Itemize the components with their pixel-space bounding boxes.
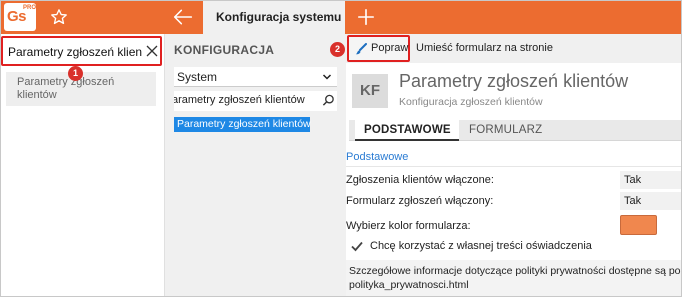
tab-formularz[interactable]: FORMULARZ: [469, 124, 542, 136]
step-badge-1: 1: [68, 66, 83, 81]
search-panel: Parametry zgłoszeń klien Parametry zgłos…: [0, 34, 165, 297]
field-label-form-color: Wybierz kolor formularza:: [346, 220, 471, 232]
tab-podstawowe[interactable]: PODSTAWOWE: [355, 120, 459, 141]
search-result-label: Parametry zgłoszeń klientów: [17, 76, 115, 101]
fix-button[interactable]: Popraw: [347, 35, 410, 62]
module-select[interactable]: System: [174, 67, 337, 87]
section-heading: Podstawowe: [346, 151, 409, 163]
form-color-picker[interactable]: [620, 215, 657, 235]
custom-statement-checkbox-label[interactable]: Chcę korzystać z własnej treści oświadcz…: [370, 240, 592, 252]
step-badge-2: 2: [330, 42, 345, 57]
config-filter-value: arametry zgłoszeń klientów: [174, 94, 305, 106]
tab-konfiguracja-systemu[interactable]: Konfiguracja systemu: [203, 0, 345, 34]
brush-icon: [355, 43, 367, 55]
privacy-info-text: Szczegółowe informacje dotyczące polityk…: [349, 265, 682, 291]
star-icon[interactable]: [50, 8, 68, 26]
form-enabled-value[interactable]: Tak: [620, 192, 682, 210]
close-icon[interactable]: [146, 44, 158, 58]
embed-form-button[interactable]: Umieść formularz na stronie: [416, 42, 553, 54]
divider: [346, 166, 682, 167]
search-input-value: Parametry zgłoszeń klien: [8, 45, 143, 59]
app-logo[interactable]: Gs PRO: [4, 3, 36, 31]
config-panel: KONFIGURACJA System arametry zgłoszeń kl…: [165, 34, 346, 297]
details-panel: Popraw Umieść formularz na stronie KF Pa…: [346, 34, 682, 297]
toolbar: Popraw Umieść formularz na stronie: [346, 34, 682, 63]
logo-pro-label: PRO: [23, 5, 37, 11]
module-select-value: System: [177, 70, 218, 84]
field-value: Tak: [624, 195, 642, 207]
plus-icon[interactable]: [357, 8, 375, 26]
checkmark-icon[interactable]: [351, 240, 363, 252]
field-label-requests-enabled: Zgłoszenia klientów włączone:: [346, 174, 494, 186]
config-list-item-label: Parametry zgłoszeń klientów: [177, 118, 311, 130]
page-avatar: KF: [352, 74, 388, 108]
page-title: Parametry zgłoszeń klientów: [399, 71, 629, 91]
config-filter-input[interactable]: arametry zgłoszeń klientów: [174, 91, 337, 111]
back-arrow-icon[interactable]: [173, 8, 193, 26]
top-bar: Gs PRO Konfiguracja systemu: [0, 0, 682, 34]
tab-bar: PODSTAWOWE FORMULARZ: [349, 120, 682, 141]
search-input[interactable]: Parametry zgłoszeń klien: [1, 36, 162, 66]
config-list-item[interactable]: Parametry zgłoszeń klientów: [174, 117, 311, 132]
field-label-form-enabled: Formularz zgłoszeń włączony:: [346, 195, 494, 207]
field-value: Tak: [624, 174, 642, 186]
page-subtitle: Konfiguracja zgłoszeń klientów: [399, 96, 543, 108]
tab-label: Konfiguracja systemu: [216, 10, 342, 24]
requests-enabled-value[interactable]: Tak: [620, 171, 682, 189]
search-icon[interactable]: [322, 94, 335, 107]
tab-podstawowe-label: PODSTAWOWE: [364, 124, 451, 136]
privacy-info-box: Szczegółowe informacje dotyczące polityk…: [346, 260, 682, 297]
fix-button-label: Popraw: [371, 42, 409, 54]
config-title: KONFIGURACJA: [174, 43, 275, 57]
chevron-down-icon: [322, 74, 332, 80]
